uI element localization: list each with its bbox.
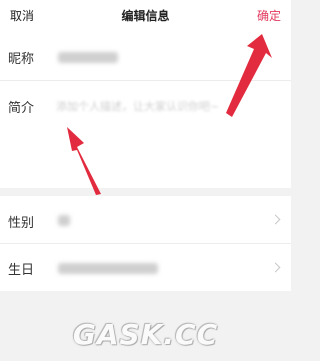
confirm-button[interactable]: 确定 [257, 7, 281, 24]
chevron-right-icon [270, 262, 281, 273]
intro-textarea[interactable]: 添加个人描述，让大家认识你吧~ [56, 98, 219, 114]
birthday-value [58, 263, 158, 274]
divider [0, 80, 291, 81]
gender-row[interactable]: 性别 [0, 196, 291, 243]
birthday-row[interactable]: 生日 [0, 244, 291, 291]
page-title: 编辑信息 [121, 9, 170, 23]
profile-detail-card: 性别 生日 [0, 196, 291, 291]
nickname-input[interactable] [58, 52, 118, 63]
chevron-right-icon [270, 214, 281, 225]
birthday-label: 生日 [8, 263, 35, 278]
nickname-label: 昵称 [8, 52, 35, 67]
nav-bar: 取消 编辑信息 确定 [0, 0, 291, 30]
intro-label: 简介 [8, 101, 35, 116]
gender-value [58, 215, 70, 226]
gender-label: 性别 [8, 216, 35, 231]
watermark-logo: GASK.CC [72, 318, 219, 351]
